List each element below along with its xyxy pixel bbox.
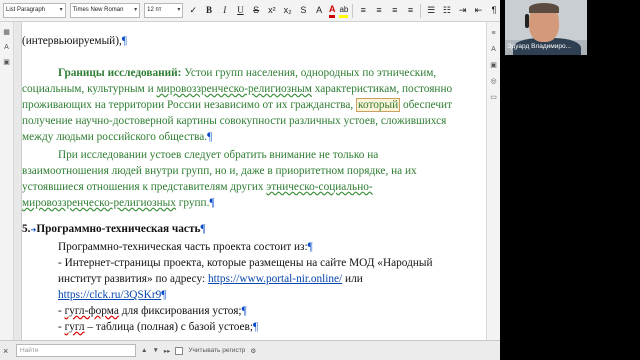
doc-line: - гугл – таблица (полная) с базой устоев… bbox=[58, 321, 259, 333]
styles-icon[interactable]: A bbox=[489, 45, 498, 54]
navigator-icon[interactable]: ◎ bbox=[489, 77, 498, 86]
section-title: Программно-техническая часть bbox=[36, 223, 201, 235]
properties-icon[interactable]: ▦ bbox=[2, 28, 11, 37]
spellcheck-icon[interactable]: ✓ bbox=[187, 3, 199, 18]
match-case-checkbox[interactable] bbox=[175, 346, 184, 355]
doc-line: социальным, культурным и мировоззренческ… bbox=[22, 83, 453, 95]
find-input[interactable]: Найти bbox=[16, 344, 136, 357]
font-color-button[interactable]: A bbox=[328, 4, 336, 18]
doc-line: между людьми российского общества.¶ bbox=[22, 131, 213, 143]
doc-line: При исследовании устоев следует обратить… bbox=[58, 149, 379, 161]
font-name-value: Times New Roman bbox=[72, 7, 124, 13]
section-heading: 5.➜Программно-техническая часть¶ bbox=[22, 223, 206, 235]
strikethrough-icon[interactable]: S bbox=[250, 3, 262, 18]
close-icon[interactable]: × bbox=[3, 346, 11, 356]
paragraph-style-value: List Paragraph bbox=[6, 7, 46, 13]
outline-icon[interactable]: A bbox=[313, 3, 325, 18]
outdent-icon[interactable]: ⇤ bbox=[473, 3, 485, 18]
shadow-icon[interactable]: S bbox=[298, 3, 310, 18]
participant-name: Эдуард Владимиро... bbox=[507, 43, 572, 50]
bold-button[interactable]: B bbox=[203, 3, 215, 18]
doc-line: взаимоотношения людей внутри групп, но и… bbox=[22, 165, 417, 177]
doc-line: Границы исследований: Устои групп населе… bbox=[58, 67, 437, 79]
chevron-down-icon: ▾ bbox=[177, 7, 181, 13]
doc-line: Программно-техническая часть проекта сос… bbox=[58, 241, 313, 253]
align-right-icon[interactable]: ≡ bbox=[389, 3, 401, 18]
indent-icon[interactable]: ⇥ bbox=[457, 3, 469, 18]
subscript-icon[interactable]: x₂ bbox=[282, 3, 294, 18]
vertical-ruler bbox=[14, 22, 22, 340]
doc-line: устоявшиеся отношения к представителям д… bbox=[22, 181, 373, 193]
highlight-button[interactable]: ab bbox=[339, 4, 349, 18]
doc-line: - Интернет-страницы проекта, которые раз… bbox=[58, 257, 433, 269]
gallery-icon[interactable]: ▣ bbox=[2, 58, 11, 67]
doc-line: - гугл-форма для фиксирования устоя;¶ bbox=[58, 305, 247, 317]
superscript-icon[interactable]: x² bbox=[266, 3, 278, 18]
doc-line: мировоззренческо-религиозных групп.¶ bbox=[22, 197, 215, 209]
doc-line: (интервьюируемый),¶ bbox=[22, 35, 127, 47]
portal-link[interactable]: https://www.portal-nir.online/ bbox=[208, 273, 342, 285]
formatting-toolbar: List Paragraph ▾ Times New Roman ▾ 12 пт ▾ … bbox=[0, 0, 500, 22]
find-toolbar: × Найти ▲ ▼ ▸▸ Учитывать регистр ⚙ bbox=[0, 340, 500, 360]
page-icon[interactable]: ▭ bbox=[489, 93, 498, 102]
align-left-icon[interactable]: ≡ bbox=[357, 3, 369, 18]
highlighted-word: который bbox=[356, 98, 401, 112]
toolbar-separator bbox=[420, 3, 422, 18]
boundaries-heading: Границы исследований: bbox=[58, 67, 182, 79]
short-link[interactable]: https://clck.ru/3QSKr9 bbox=[58, 289, 161, 301]
paragraph-icon[interactable]: ¶ bbox=[488, 3, 500, 18]
document-page[interactable]: (интервьюируемый),¶ Границы исследований… bbox=[22, 22, 486, 340]
left-sidebar: ▦ A ▣ bbox=[0, 22, 14, 340]
find-replace-icon[interactable]: ⚙ bbox=[250, 347, 256, 355]
doc-line: проживающих на территории России независ… bbox=[22, 98, 453, 112]
gallery-icon[interactable]: ▣ bbox=[489, 61, 498, 70]
justify-icon[interactable]: ≡ bbox=[405, 3, 417, 18]
doc-line: получение научно-достоверной картины сов… bbox=[22, 115, 447, 127]
find-previous-icon[interactable]: ▲ bbox=[141, 347, 147, 354]
doc-line: https://clck.ru/3QSKr9¶ bbox=[58, 289, 167, 301]
chevron-down-icon: ▾ bbox=[134, 7, 138, 13]
font-size-value: 12 пт bbox=[147, 7, 162, 13]
find-next-icon[interactable]: ▼ bbox=[152, 347, 158, 354]
align-center-icon[interactable]: ≡ bbox=[373, 3, 385, 18]
toolbar-separator bbox=[352, 3, 354, 18]
find-all-button[interactable]: ▸▸ bbox=[164, 347, 171, 355]
right-sidebar: ≡ A ▣ ◎ ▭ bbox=[486, 22, 500, 340]
paragraph-style-select[interactable]: List Paragraph ▾ bbox=[3, 3, 66, 18]
properties-icon[interactable]: ≡ bbox=[489, 29, 498, 38]
bullet-list-icon[interactable]: ☰ bbox=[425, 3, 437, 18]
doc-line: институт развития» по адресу: https://ww… bbox=[58, 273, 363, 285]
underline-button[interactable]: U bbox=[235, 3, 247, 18]
match-case-label: Учитывать регистр bbox=[188, 347, 246, 354]
font-size-select[interactable]: 12 пт ▾ bbox=[144, 3, 184, 18]
chevron-down-icon: ▾ bbox=[59, 7, 63, 13]
numbered-list-icon[interactable]: ☷ bbox=[441, 3, 453, 18]
font-name-select[interactable]: Times New Roman ▾ bbox=[69, 3, 141, 18]
styles-icon[interactable]: A bbox=[2, 43, 11, 52]
italic-button[interactable]: I bbox=[219, 3, 231, 18]
